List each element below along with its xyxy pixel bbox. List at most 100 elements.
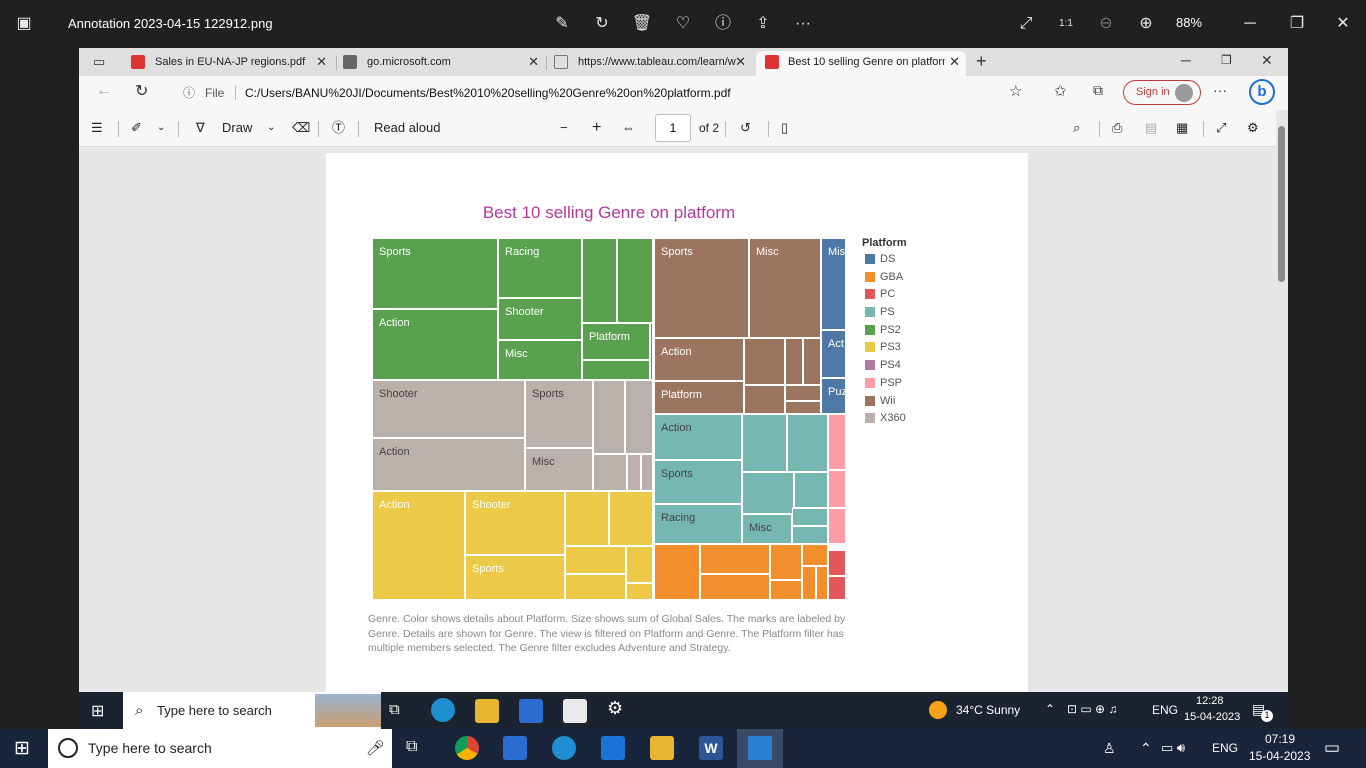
rotate-icon[interactable]: ↻ [590,12,614,36]
page-number-input[interactable]: 1 [655,114,691,142]
tab-bar: ▭ Sales in EU-NA-JP regions.pdf ✕ go.mic… [79,48,1288,76]
favorites-icon[interactable]: ✩ [1054,82,1067,100]
file-explorer-icon[interactable] [650,736,674,760]
weather[interactable]: 34°C Sunny [956,703,1020,717]
scrollbar[interactable] [1276,110,1288,692]
start-icon[interactable]: ⊞ [91,701,104,721]
legend-item-ds[interactable]: DS [862,251,907,269]
edge-icon[interactable] [552,736,576,760]
clock-time[interactable]: 07:19 [1265,732,1295,746]
info-icon[interactable]: ⓘ [711,12,735,36]
mail-icon[interactable] [563,699,587,723]
url-field[interactable]: ⓘ File C:/Users/BANU%20JI/Documents/Best… [171,80,1031,106]
tab-best-10-selling[interactable]: Best 10 selling Genre on platform ✕ [756,51,966,76]
legend-item-gba[interactable]: GBA [862,269,907,287]
save-as-icon[interactable]: ▦ [1176,118,1188,138]
clock-date[interactable]: 15-04-2023 [1184,711,1240,723]
contents-icon[interactable]: ☰ [91,118,103,138]
highlight-icon[interactable]: ✐ [131,118,142,138]
inner-search-box[interactable]: ⌕ Type here to search [123,692,381,729]
zoom-in-button[interactable]: + [592,118,601,138]
zoom-out-icon[interactable]: ⊖ [1094,12,1118,36]
action-center-icon[interactable]: ▭ [1324,738,1340,758]
legend-item-pc[interactable]: PC [862,286,907,304]
store-icon[interactable] [519,699,543,723]
fit-page-icon[interactable]: ⇔ [622,118,635,138]
start-icon[interactable]: ⊞ [14,737,30,760]
tab-sales-pdf[interactable]: Sales in EU-NA-JP regions.pdf ✕ [103,51,333,76]
close-icon[interactable]: ✕ [1331,12,1355,36]
tab-tableau[interactable]: https://www.tableau.com/learn/w ✕ [526,51,752,76]
search-box[interactable]: Type here to search 🎤︎ [48,729,392,768]
refresh-icon[interactable]: ↻ [135,81,148,101]
add-favorite-icon[interactable]: ☆ [1009,82,1022,100]
microphone-icon[interactable]: 🎤︎ [366,729,385,768]
text-icon[interactable]: Ⓣ [332,118,345,138]
file-explorer-icon[interactable] [475,699,499,723]
legend-item-ps3[interactable]: PS3 [862,339,907,357]
settings-more-icon[interactable]: ··· [1213,82,1227,98]
edge-restore-icon[interactable]: ❐ [1221,53,1232,67]
new-tab-button[interactable]: + [976,51,987,72]
legend-item-ps4[interactable]: PS4 [862,357,907,375]
collections-icon[interactable]: ⧉ [1093,82,1103,99]
save-icon[interactable]: ▤ [1145,118,1157,138]
mail-icon[interactable] [601,736,625,760]
bing-icon[interactable]: b [1249,79,1275,105]
clock-time[interactable]: 12:28 [1196,695,1224,707]
tray-icons[interactable]: ▭ 🔊︎ [1161,740,1185,756]
edit-icon[interactable]: ✎ [550,12,574,36]
share-icon[interactable]: ⇪ [751,12,775,36]
language[interactable]: ENG [1152,703,1178,717]
back-icon[interactable]: ← [96,82,112,100]
tray-chevron-icon[interactable]: ⌃ [1140,740,1152,757]
read-aloud-button[interactable]: Read aloud [374,118,441,138]
draw-icon[interactable]: ∇ [196,118,205,138]
fullscreen-icon[interactable]: ⤢ [1014,12,1038,36]
tray-icons[interactable]: ⊡ ▭ ⊕ ♫ [1067,702,1117,716]
close-tab-icon[interactable]: ✕ [945,51,960,73]
close-tab-icon[interactable]: ✕ [735,51,746,73]
edge-minimize-icon[interactable]: ─ [1181,52,1191,68]
print-icon[interactable]: ⎙ [1112,118,1122,138]
delete-icon[interactable]: 🗑 [630,12,654,36]
rotate-icon[interactable]: ↺ [740,118,751,138]
search-icon[interactable]: ⌕ [1073,118,1080,138]
treemap-cell [742,414,787,472]
task-view-icon[interactable]: ⧉ [389,701,400,718]
tab-go-microsoft[interactable]: go.microsoft.com ✕ [315,51,545,76]
edge-close-icon[interactable]: ✕ [1261,52,1273,69]
legend-item-wii[interactable]: Wii [862,393,907,411]
word-icon[interactable]: W [699,736,723,760]
page-view-icon[interactable]: ▯ [781,118,788,138]
minimize-icon[interactable]: ─ [1238,12,1262,36]
chevron-down-icon[interactable]: ⌄ [157,118,165,138]
restore-icon[interactable]: ❐ [1285,12,1309,36]
zoom-out-button[interactable]: − [560,118,568,138]
legend-item-ps2[interactable]: PS2 [862,322,907,340]
actual-size-icon[interactable]: 1:1 [1054,12,1078,36]
gear-icon[interactable]: ⚙ [1247,118,1259,138]
scroll-thumb[interactable] [1278,126,1285,282]
erase-icon[interactable]: ⌫ [292,118,310,138]
zoom-in-icon[interactable]: ⊕ [1134,12,1158,36]
store-icon[interactable] [503,736,527,760]
chrome-icon[interactable] [455,736,479,760]
people-icon[interactable]: ♙ [1103,740,1116,757]
edge-icon[interactable] [431,698,455,722]
sign-in-button[interactable]: Sign in [1123,80,1201,105]
language[interactable]: ENG [1212,741,1238,755]
more-icon[interactable]: ··· [791,12,815,36]
gear-icon[interactable]: ⚙ [607,698,623,719]
clock-date[interactable]: 15-04-2023 [1249,749,1310,763]
draw-button[interactable]: Draw [222,118,252,138]
chevron-down-icon[interactable]: ⌄ [267,118,275,138]
favorite-icon[interactable]: ♡ [671,12,695,36]
task-view-icon[interactable]: ⧉ [406,738,417,756]
legend-item-psp[interactable]: PSP [862,375,907,393]
legend-item-x360[interactable]: X360 [862,410,907,428]
fullscreen-icon[interactable]: ⤢ [1216,118,1226,138]
photos-app-button[interactable] [737,729,783,768]
tray-chevron-icon[interactable]: ⌃ [1045,702,1055,716]
legend-item-ps[interactable]: PS [862,304,907,322]
